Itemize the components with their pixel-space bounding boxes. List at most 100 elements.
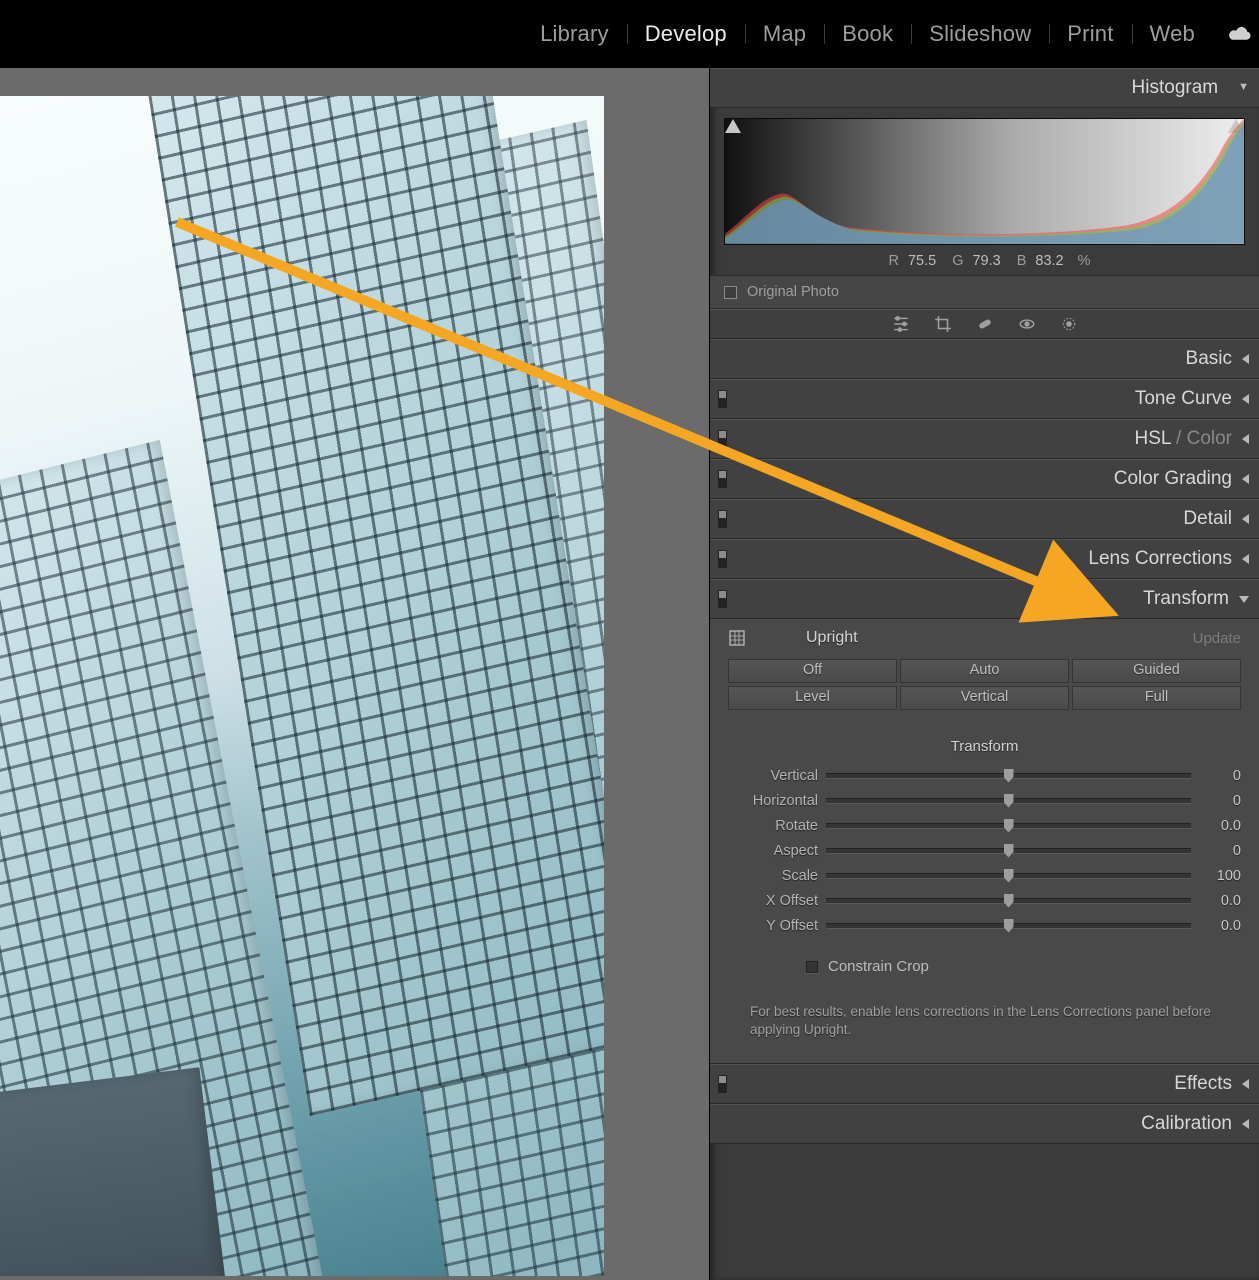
slider-y-offset: Y Offset 0.0 xyxy=(728,913,1241,938)
checkbox-icon xyxy=(724,286,737,299)
slider-thumb[interactable] xyxy=(1004,894,1014,908)
histogram-display[interactable] xyxy=(724,118,1245,245)
slider-track[interactable] xyxy=(826,798,1191,804)
panel-header-basic[interactable]: Basic xyxy=(710,339,1259,379)
panel-header-effects[interactable]: Effects xyxy=(710,1064,1259,1104)
slider-value[interactable]: 0 xyxy=(1191,843,1241,859)
slider-thumb[interactable] xyxy=(1004,919,1014,933)
slider-track[interactable] xyxy=(826,848,1191,854)
preview-image xyxy=(0,96,604,1276)
slider-thumb[interactable] xyxy=(1004,819,1014,833)
slider-thumb[interactable] xyxy=(1004,869,1014,883)
panel-header-hslcolor[interactable]: HSL / Color xyxy=(710,419,1259,459)
panel-header-tonecurve[interactable]: Tone Curve xyxy=(710,379,1259,419)
chevron-left-icon xyxy=(1242,434,1249,444)
panel-title-transform: Transform xyxy=(1143,588,1229,610)
local-adjust-toolstrip xyxy=(710,309,1259,339)
transform-hint-text: For best results, enable lens correction… xyxy=(750,1003,1219,1039)
panel-title-calibration: Calibration xyxy=(1141,1113,1232,1135)
panel-switch[interactable] xyxy=(718,430,727,448)
panel-switch[interactable] xyxy=(718,1075,727,1093)
slider-value[interactable]: 0 xyxy=(1191,793,1241,809)
chevron-down-icon: ▼ xyxy=(1238,81,1249,93)
panel-title-colorgrading: Color Grading xyxy=(1114,468,1232,490)
slider-value[interactable]: 0.0 xyxy=(1191,818,1241,834)
upright-vertical-button[interactable]: Vertical xyxy=(900,686,1069,710)
slider-label: Rotate xyxy=(728,818,826,834)
module-tab-book[interactable]: Book xyxy=(824,22,911,46)
transform-section-label: Transform xyxy=(728,738,1241,755)
healing-tool-icon[interactable] xyxy=(976,315,994,333)
slider-track[interactable] xyxy=(826,773,1191,779)
slider-thumb[interactable] xyxy=(1004,794,1014,808)
slider-value[interactable]: 0.0 xyxy=(1191,918,1241,934)
slider-value[interactable]: 0 xyxy=(1191,768,1241,784)
crop-tool-icon[interactable] xyxy=(934,315,952,333)
chevron-left-icon xyxy=(1242,354,1249,364)
slider-thumb[interactable] xyxy=(1004,844,1014,858)
slider-label: Vertical xyxy=(728,768,826,784)
upright-off-button[interactable]: Off xyxy=(728,659,897,683)
slider-thumb[interactable] xyxy=(1004,769,1014,783)
slider-x-offset: X Offset 0.0 xyxy=(728,888,1241,913)
panel-title-hslcolor: HSL / Color xyxy=(1134,428,1232,450)
panel-header-colorgrading[interactable]: Color Grading xyxy=(710,459,1259,499)
panel-header-transform[interactable]: Transform xyxy=(710,579,1259,619)
panel-header-detail[interactable]: Detail xyxy=(710,499,1259,539)
develop-right-panels: Histogram ▼ R75.5 G79.3 B83.2 % Original… xyxy=(709,68,1259,1280)
module-tab-library[interactable]: Library xyxy=(522,22,627,46)
module-tab-print[interactable]: Print xyxy=(1049,22,1131,46)
module-tab-map[interactable]: Map xyxy=(745,22,824,46)
masking-tool-icon[interactable] xyxy=(1060,315,1078,333)
panel-header-histogram[interactable]: Histogram ▼ xyxy=(710,68,1259,108)
slider-horizontal: Horizontal 0 xyxy=(728,788,1241,813)
chevron-left-icon xyxy=(1242,394,1249,404)
chevron-down-icon xyxy=(1239,596,1249,603)
slider-label: Scale xyxy=(728,868,826,884)
panel-title-histogram: Histogram xyxy=(1132,77,1219,99)
upright-guided-button[interactable]: Guided xyxy=(1072,659,1241,683)
panel-title-basic: Basic xyxy=(1186,348,1232,370)
slider-label: X Offset xyxy=(728,893,826,909)
slider-track[interactable] xyxy=(826,923,1191,929)
chevron-left-icon xyxy=(1242,554,1249,564)
original-photo-label: Original Photo xyxy=(747,284,839,300)
module-tab-web[interactable]: Web xyxy=(1132,22,1213,46)
panel-title-effects: Effects xyxy=(1174,1073,1232,1095)
edit-sliders-icon[interactable] xyxy=(892,315,910,333)
chevron-left-icon xyxy=(1242,514,1249,524)
slider-rotate: Rotate 0.0 xyxy=(728,813,1241,838)
panel-body-transform: Upright Update OffAutoGuided LevelVertic… xyxy=(710,619,1259,1064)
cloud-sync-icon[interactable] xyxy=(1227,25,1253,43)
chevron-left-icon xyxy=(1242,1079,1249,1089)
upright-level-button[interactable]: Level xyxy=(728,686,897,710)
panel-header-calibration[interactable]: Calibration xyxy=(710,1104,1259,1144)
chevron-left-icon xyxy=(1242,474,1249,484)
panel-switch[interactable] xyxy=(718,390,727,408)
panel-switch[interactable] xyxy=(718,590,727,608)
slider-label: Y Offset xyxy=(728,918,826,934)
panel-switch[interactable] xyxy=(718,510,727,528)
slider-track[interactable] xyxy=(826,823,1191,829)
chevron-left-icon xyxy=(1242,1119,1249,1129)
slider-value[interactable]: 100 xyxy=(1191,868,1241,884)
panel-switch[interactable] xyxy=(718,470,727,488)
module-tab-slideshow[interactable]: Slideshow xyxy=(911,22,1049,46)
upright-update-button[interactable]: Update xyxy=(1193,630,1241,647)
redeye-tool-icon[interactable] xyxy=(1018,315,1036,333)
original-photo-toggle[interactable]: Original Photo xyxy=(710,275,1259,309)
module-tab-develop[interactable]: Develop xyxy=(627,22,745,46)
guided-upright-icon[interactable] xyxy=(728,629,746,647)
image-canvas[interactable] xyxy=(0,68,710,1280)
slider-track[interactable] xyxy=(826,873,1191,879)
slider-value[interactable]: 0.0 xyxy=(1191,893,1241,909)
slider-track[interactable] xyxy=(826,898,1191,904)
constrain-crop-checkbox[interactable] xyxy=(806,961,818,973)
slider-label: Horizontal xyxy=(728,793,826,809)
upright-full-button[interactable]: Full xyxy=(1072,686,1241,710)
panel-switch[interactable] xyxy=(718,550,727,568)
constrain-crop-row: Constrain Crop xyxy=(806,958,1241,975)
upright-auto-button[interactable]: Auto xyxy=(900,659,1069,683)
panel-header-lenscorrections[interactable]: Lens Corrections xyxy=(710,539,1259,579)
panel-title-detail: Detail xyxy=(1183,508,1232,530)
